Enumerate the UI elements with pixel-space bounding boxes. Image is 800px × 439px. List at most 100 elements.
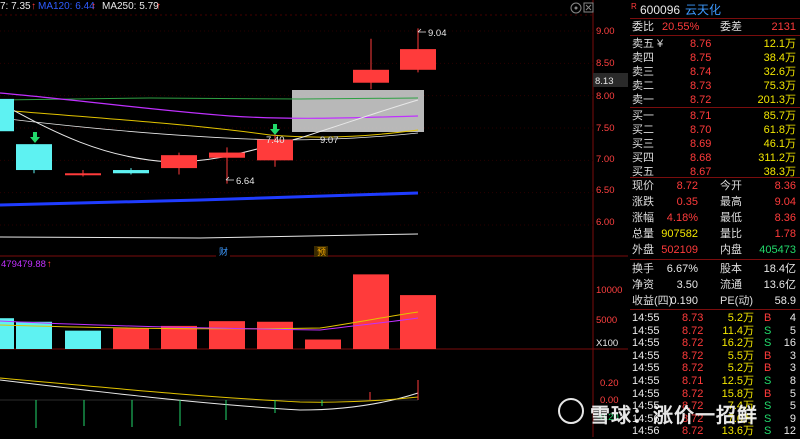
stat-value: 1.78	[774, 228, 796, 240]
candle[interactable]	[16, 144, 52, 174]
stat-label: 现价	[632, 180, 654, 192]
candle-body	[161, 155, 197, 169]
stat-label: 总量	[632, 228, 654, 240]
stat-label: 换手	[632, 263, 654, 275]
mid-price-label-right: 9.07	[320, 135, 339, 146]
volume-unit: X100	[596, 338, 618, 349]
ma250-arrow: ↑	[156, 1, 161, 12]
stat-label: 涨幅	[632, 212, 654, 224]
ask-volume: 201.3万	[757, 94, 796, 106]
current-price-tick: 8.13	[595, 76, 614, 87]
kline-chart[interactable]: 9.04 6.64 7.40 9.07 财 预 9.00 8.50 8.13 8…	[0, 0, 628, 437]
stat-value: 907582	[661, 228, 698, 240]
volume-bar	[113, 328, 149, 349]
stat-label: 流通	[720, 279, 742, 291]
volume-bar	[257, 321, 293, 349]
stat-value: 502109	[661, 244, 698, 256]
stats-row: 涨幅 4.18% 最低 8.36	[630, 210, 798, 226]
order-ratio-row: 委比 20.55% 委差 2131	[632, 21, 796, 33]
stat-value: 8.36	[774, 180, 796, 192]
ask-row: 卖一 8.72 201.3万	[630, 92, 798, 108]
ma120-arrow: ↑	[91, 1, 96, 12]
stat-label: 涨跌	[632, 196, 654, 208]
ma5-arrow: ↑	[31, 1, 36, 12]
candle-body	[0, 98, 14, 132]
stat-value: 3.50	[676, 279, 698, 291]
snowball-logo-icon	[558, 398, 584, 424]
stats-row: 现价 8.72 今开 8.36	[630, 178, 798, 194]
candle-body	[209, 152, 245, 158]
price-tick: 8.00	[596, 91, 615, 102]
watermark: 雪球：涨价一招鲜	[558, 397, 778, 431]
stats2-row: 换手 6.67% 股本 18.4亿	[630, 261, 798, 277]
watermark-text: 雪球：涨价一招鲜	[590, 405, 758, 427]
ask-price[interactable]: 8.72	[690, 92, 711, 108]
stat-value: 6.67%	[666, 263, 698, 275]
candle[interactable]	[0, 96, 14, 135]
macd-tick: 0.20	[600, 378, 619, 389]
volume-bar	[305, 339, 341, 349]
volume-bar	[65, 330, 101, 349]
stock-code[interactable]: 600096	[640, 2, 680, 18]
stats-row: 总量 907582 量比 1.78	[630, 226, 798, 242]
highlight-zone	[292, 90, 424, 132]
ask-label: 卖一	[632, 94, 654, 106]
volume-tick: 10000	[596, 285, 622, 296]
stats-row: 涨跌 0.35 最高 9.04	[630, 194, 798, 210]
volume-bar	[353, 274, 389, 349]
stat-value: 8.72	[676, 180, 698, 192]
stat-value: 0.35	[676, 196, 698, 208]
stat-label: PE(动)	[720, 295, 753, 307]
candle-body	[400, 49, 436, 70]
quote-panel: R 600096 云天化 委比 20.55% 委差 2131 卖五 ¥8.76 1…	[630, 0, 800, 437]
stat-value: 8.36	[774, 212, 796, 224]
stat-label: 净资	[632, 279, 654, 291]
stat-value: 13.6亿	[763, 279, 796, 291]
price-tick: 9.00	[596, 26, 615, 37]
volume-bar	[0, 318, 14, 349]
candle-body	[113, 170, 149, 174]
price-tick: 8.50	[596, 58, 615, 69]
stat-value: 18.4亿	[763, 263, 796, 275]
volume-bar	[209, 321, 245, 349]
stock-title: R 600096 云天化	[630, 2, 798, 18]
ma5-label: 7: 7.35	[0, 1, 31, 12]
candle-body	[65, 173, 101, 176]
candle-body	[353, 69, 389, 83]
candle-body	[16, 144, 52, 171]
order-ratio-value: 20.55%	[662, 21, 700, 33]
stat-value: 0.190	[670, 295, 698, 307]
stat-value: 58.9	[774, 295, 796, 307]
price-tick: 7.50	[596, 123, 615, 134]
stat-value: 405473	[759, 244, 796, 256]
stat-label: 今开	[720, 180, 742, 192]
price-tick: 6.50	[596, 185, 615, 196]
volume-tick: 5000	[596, 315, 617, 326]
stats-row: 外盘 502109 内盘 405473	[630, 242, 798, 258]
price-tick: 7.00	[596, 154, 615, 165]
stat-label: 量比	[720, 228, 742, 240]
stats2-row: 收益(四) 0.190 PE(动) 58.9	[630, 293, 798, 309]
ma120-label: MA120: 6.44	[38, 1, 95, 12]
stat-value: 4.18%	[666, 212, 698, 224]
volume-header-arrow: ↑	[47, 259, 52, 270]
price-tick: 6.00	[596, 217, 615, 228]
earnings-marker: 财	[219, 246, 228, 257]
stat-label: 收益(四)	[632, 295, 673, 307]
stat-label: 内盘	[720, 244, 742, 256]
forecast-marker: 预	[317, 247, 326, 257]
order-diff-value: 2131	[771, 21, 796, 33]
volume-bar	[400, 295, 436, 349]
stock-name[interactable]: 云天化	[685, 2, 721, 18]
volume-header: 479479.88	[1, 259, 46, 270]
stat-value: 9.04	[774, 196, 796, 208]
ma250-label: MA250: 5.79	[102, 1, 159, 12]
stat-label: 外盘	[632, 244, 654, 256]
low-price-label: 6.64	[236, 176, 255, 187]
r-mark: R	[631, 2, 637, 11]
stat-label: 最高	[720, 196, 742, 208]
volume-bar	[161, 325, 197, 349]
stat-label: 最低	[720, 212, 742, 224]
stats2-row: 净资 3.50 流通 13.6亿	[630, 277, 798, 293]
high-price-label: 9.04	[428, 28, 447, 39]
